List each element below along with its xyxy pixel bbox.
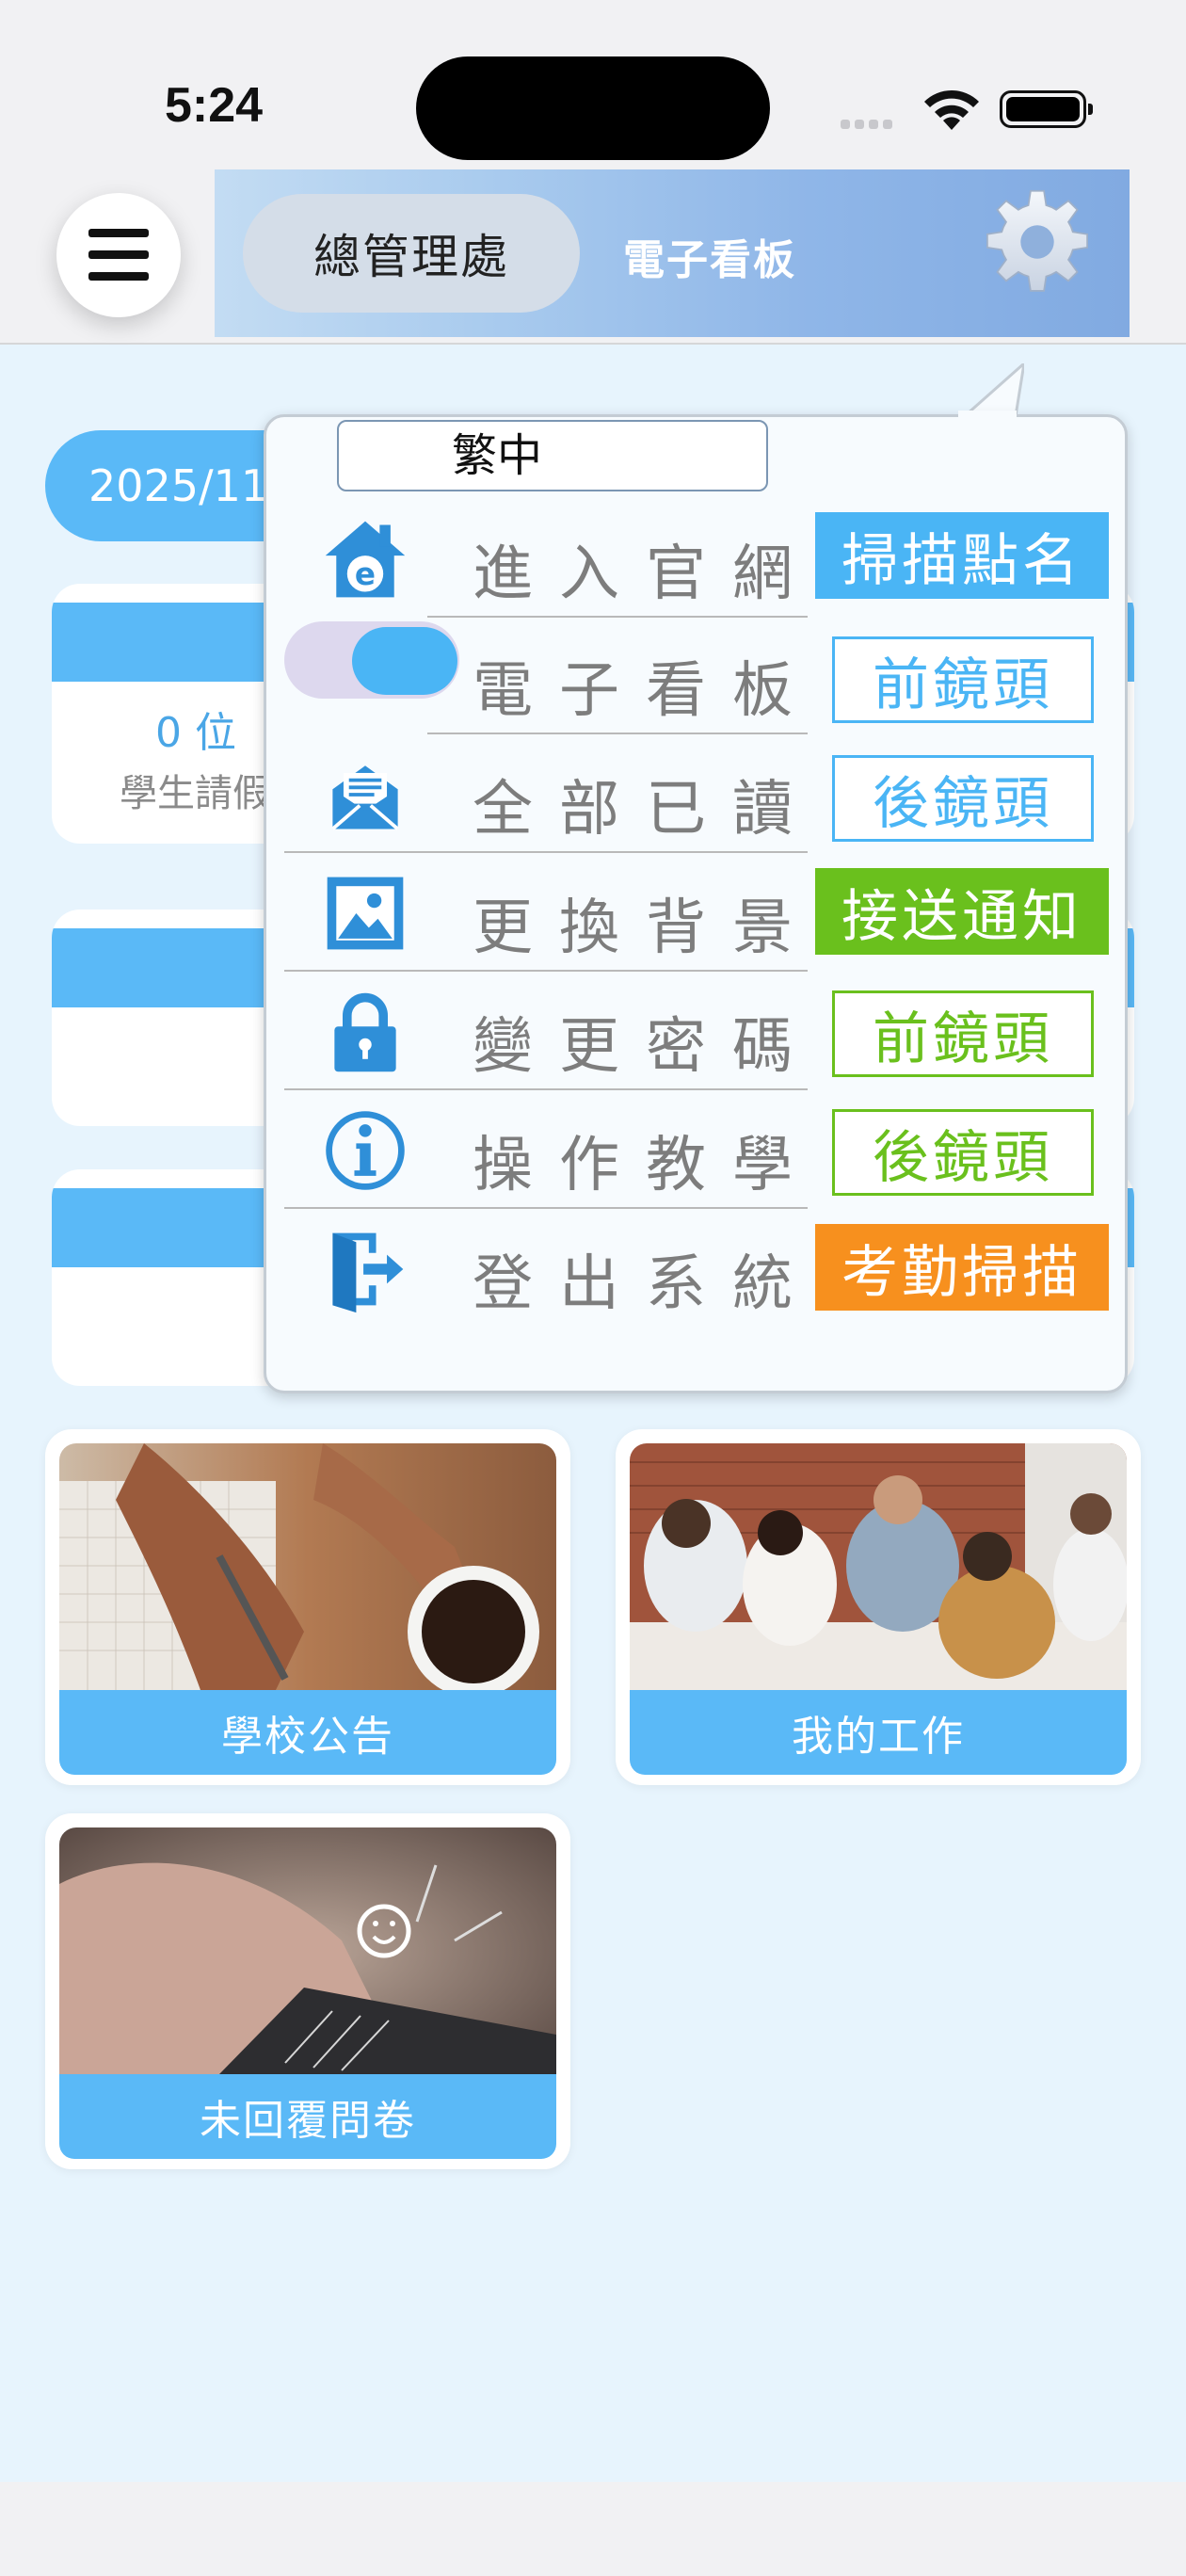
menu-item-eboard[interactable]: 電子看板 <box>284 618 808 734</box>
language-selector[interactable]: 繁中 <box>337 420 768 491</box>
menu-item-logout[interactable]: 登出系統 <box>284 1211 808 1328</box>
gear-icon[interactable] <box>982 186 1093 298</box>
hamburger-menu-button[interactable] <box>56 193 181 317</box>
image-icon <box>327 877 404 950</box>
menu-item-website[interactable]: e 進入官網 <box>284 501 808 618</box>
menu-divider <box>284 1207 808 1209</box>
front-camera-button[interactable]: 前鏡頭 <box>832 636 1094 723</box>
menu-divider <box>284 1088 808 1090</box>
popup-pointer-join <box>958 411 1017 422</box>
leave-count-label: 學生請假 <box>120 772 270 815</box>
bottom-safe-area <box>0 2482 1186 2576</box>
cellular-signal-icon <box>841 115 897 133</box>
menu-item-label: 登出系統 <box>473 1249 819 1319</box>
pickup-notice-button[interactable]: 接送通知 <box>815 868 1109 955</box>
tile-label: 未回覆問卷 <box>59 2074 556 2159</box>
website-home-icon: e <box>325 521 406 598</box>
wifi-icon <box>924 89 979 130</box>
battery-icon <box>1000 90 1093 128</box>
mail-read-icon <box>331 765 399 830</box>
lock-icon <box>334 992 396 1072</box>
menu-divider <box>284 970 808 972</box>
menu-item-tutorial[interactable]: 操作教學 <box>284 1092 808 1209</box>
menu-divider <box>427 733 808 734</box>
menu-item-mark-all-read[interactable]: 全部已讀 <box>284 736 808 853</box>
scan-rollcall-button[interactable]: 掃描點名 <box>815 512 1109 599</box>
menu-divider <box>284 851 808 853</box>
tile-my-work[interactable]: 我的工作 <box>616 1429 1141 1785</box>
survey-photo <box>59 1827 556 2074</box>
menu-item-change-password[interactable]: 變更密碼 <box>284 974 808 1090</box>
announcement-photo <box>59 1443 556 1690</box>
page-title: 電子看板 <box>623 236 796 284</box>
pickup-front-camera-button[interactable]: 前鏡頭 <box>832 990 1094 1077</box>
tile-label: 學校公告 <box>59 1690 556 1775</box>
menu-item-label: 電子看板 <box>473 656 819 726</box>
tile-school-announcements[interactable]: 學校公告 <box>45 1429 570 1785</box>
org-selector[interactable]: 總管理處 <box>243 194 580 313</box>
header-divider <box>0 343 1186 345</box>
tile-unanswered-surveys[interactable]: 未回覆問卷 <box>45 1813 570 2169</box>
rear-camera-button[interactable]: 後鏡頭 <box>832 755 1094 842</box>
menu-item-label: 進入官網 <box>473 539 819 609</box>
pickup-rear-camera-button[interactable]: 後鏡頭 <box>832 1109 1094 1196</box>
tile-label: 我的工作 <box>630 1690 1127 1775</box>
info-icon <box>326 1111 405 1190</box>
menu-item-label: 操作教學 <box>473 1131 819 1200</box>
menu-item-label: 更換背景 <box>473 894 819 963</box>
menu-item-label: 變更密碼 <box>473 1012 819 1082</box>
meeting-photo <box>630 1443 1127 1690</box>
menu-item-change-background[interactable]: 更換背景 <box>284 855 808 972</box>
menu-item-label: 全部已讀 <box>473 775 819 845</box>
status-time: 5:24 <box>165 78 264 133</box>
logout-door-icon <box>332 1232 404 1313</box>
leave-count: 0 位 <box>155 709 236 757</box>
dynamic-island <box>416 56 770 160</box>
svg-text:e: e <box>355 556 376 592</box>
attendance-scan-button[interactable]: 考勤掃描 <box>815 1224 1109 1311</box>
